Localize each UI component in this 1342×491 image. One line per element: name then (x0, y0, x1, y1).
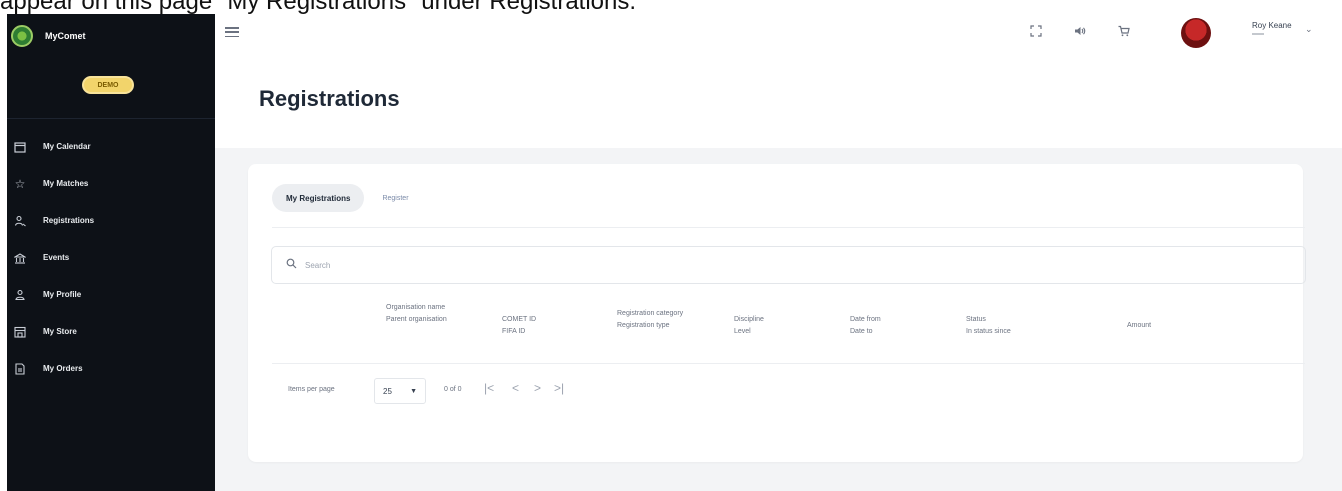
chevron-down-icon[interactable]: ⌄ (1305, 24, 1313, 35)
brand[interactable]: MyComet (7, 14, 215, 58)
orders-icon (13, 362, 27, 376)
sidebar-item-label: My Matches (43, 179, 89, 188)
tab-my-registrations[interactable]: My Registrations (272, 184, 365, 212)
search-icon (286, 258, 297, 272)
sidebar-item-my-profile[interactable]: My Profile (7, 276, 215, 313)
page-header: Registrations (215, 62, 1342, 148)
column-header-comet-id[interactable]: COMET ID FIFA ID (502, 314, 562, 338)
sidebar-item-my-orders[interactable]: My Orders (7, 350, 215, 387)
page-range-label: 0 of 0 (444, 386, 462, 393)
events-icon (13, 251, 27, 265)
paginator: Items per page 25 ▼ 0 of 0 |< < > >| (248, 370, 1303, 404)
column-header-date-from[interactable]: Date from Date to (850, 314, 900, 338)
search-input[interactable] (305, 260, 1205, 270)
previous-page-icon[interactable]: < (512, 381, 519, 395)
star-icon: ☆ (14, 176, 26, 191)
table-header: Organisation name Parent organisation CO… (248, 300, 1303, 364)
first-page-icon[interactable]: |< (484, 381, 494, 395)
instruction-caption: appear on this page "My Registrations" u… (0, 0, 637, 14)
column-header-amount[interactable]: Amount (1127, 320, 1177, 332)
comet-logo-icon (11, 25, 33, 47)
sidebar-item-my-calendar[interactable]: My Calendar (7, 128, 215, 165)
search-box (271, 246, 1306, 284)
user-name[interactable]: Roy Keane (1252, 21, 1292, 30)
sidebar-divider (7, 118, 215, 119)
calendar-icon (13, 140, 27, 154)
menu-icon[interactable] (225, 27, 239, 37)
sidebar-item-events[interactable]: Events (7, 239, 215, 276)
page-size-value: 25 (383, 386, 392, 396)
last-page-icon[interactable]: >| (554, 381, 564, 395)
user-role-placeholder (1252, 33, 1264, 35)
sidebar: MyComet DEMO My Calendar ☆ My Matches Re… (7, 14, 215, 491)
tab-bar: My Registrations Register (272, 184, 423, 212)
cart-icon[interactable] (1115, 22, 1133, 40)
sidebar-item-label: My Calendar (43, 142, 91, 151)
page-title: Registrations (259, 86, 400, 111)
demo-badge: DEMO (82, 76, 134, 94)
next-page-icon[interactable]: > (534, 381, 541, 395)
sidebar-item-label: My Orders (43, 364, 83, 373)
registrations-card: My Registrations Register Organisation n… (248, 164, 1306, 462)
sidebar-item-registrations[interactable]: Registrations (7, 202, 215, 239)
brand-name: MyComet (45, 31, 86, 41)
column-header-registration-category[interactable]: Registration category Registration type (617, 308, 697, 332)
table-header-divider (272, 363, 1305, 364)
volume-icon[interactable] (1071, 22, 1089, 40)
column-header-status[interactable]: Status In status since (966, 314, 1046, 338)
tab-register[interactable]: Register (368, 184, 422, 212)
avatar[interactable] (1181, 18, 1211, 48)
sidebar-item-label: My Profile (43, 290, 82, 299)
sidebar-item-my-store[interactable]: My Store (7, 313, 215, 350)
items-per-page-label: Items per page (288, 386, 335, 393)
store-icon (13, 325, 27, 339)
sidebar-item-label: Events (43, 253, 70, 262)
sidebar-item-label: My Store (43, 327, 77, 336)
page-size-select[interactable]: 25 ▼ (374, 378, 426, 404)
sidebar-item-label: Registrations (43, 216, 95, 225)
profile-icon (13, 288, 27, 302)
column-header-discipline[interactable]: Discipline Level (734, 314, 784, 338)
fullscreen-icon[interactable] (1027, 22, 1045, 40)
registrations-icon (13, 214, 27, 228)
tabs-divider (272, 227, 1305, 228)
topbar: Roy Keane ⌄ (215, 14, 1342, 62)
column-header-organisation[interactable]: Organisation name Parent organisation (386, 302, 462, 326)
sidebar-item-my-matches[interactable]: ☆ My Matches (7, 165, 215, 202)
caret-down-icon: ▼ (410, 387, 417, 395)
sidebar-nav: My Calendar ☆ My Matches Registrations E… (7, 128, 215, 387)
